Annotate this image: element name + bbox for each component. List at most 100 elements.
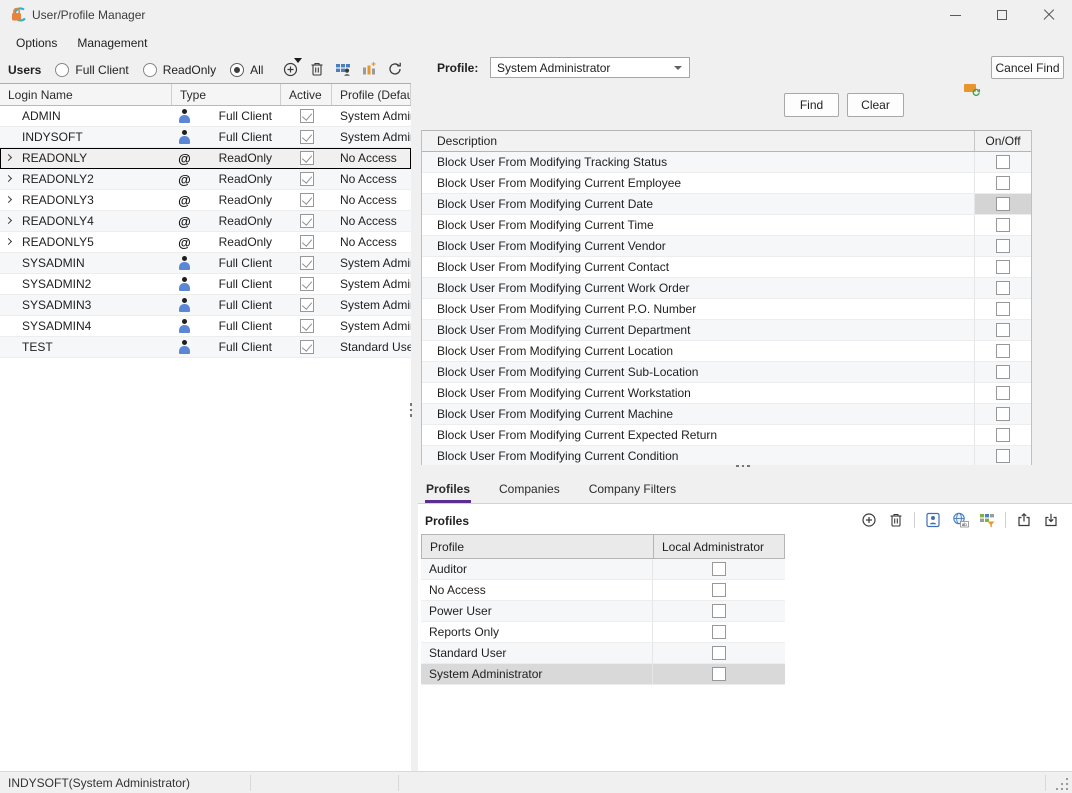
cancel-find-button[interactable]: Cancel Find [991, 56, 1064, 79]
user-filter-radio[interactable]: All [230, 63, 263, 77]
permission-row[interactable]: Block User From Modifying Current Workst… [422, 383, 1031, 404]
permission-row[interactable]: Block User From Modifying Current Sub-Lo… [422, 362, 1031, 383]
user-columns-button[interactable] [334, 59, 352, 79]
permission-row[interactable]: Block User From Modifying Current Locati… [422, 341, 1031, 362]
onoff-checkbox[interactable] [996, 260, 1010, 274]
vertical-splitter-grip[interactable] [408, 403, 414, 421]
onoff-checkbox[interactable] [996, 176, 1010, 190]
user-row[interactable]: SYSADMIN Full Client System Administrato… [0, 253, 411, 274]
expand-chevron-icon[interactable] [5, 154, 12, 161]
local-admin-checkbox[interactable] [712, 667, 726, 681]
onoff-checkbox[interactable] [996, 386, 1010, 400]
expand-chevron-icon[interactable] [5, 217, 12, 224]
refresh-users-button[interactable] [386, 59, 404, 79]
profile-row[interactable]: Auditor [421, 559, 785, 580]
tab[interactable]: Company Filters [588, 478, 677, 503]
user-row[interactable]: READONLY2 ReadOnly No Access [0, 169, 411, 190]
expand-chevron-icon[interactable] [5, 238, 12, 245]
permission-row[interactable]: Block User From Modifying Current Work O… [422, 278, 1031, 299]
delete-profile-button[interactable] [887, 510, 905, 530]
menu-item[interactable]: Management [69, 33, 155, 53]
active-checkbox[interactable] [300, 172, 314, 186]
user-row[interactable]: READONLY ReadOnly No Access [0, 148, 411, 169]
active-checkbox[interactable] [300, 235, 314, 249]
onoff-checkbox[interactable] [996, 218, 1010, 232]
add-user-button[interactable] [282, 59, 300, 79]
profile-details-button[interactable] [924, 510, 942, 530]
active-checkbox[interactable] [300, 151, 314, 165]
permission-row[interactable]: Block User From Modifying Current Date [422, 194, 1031, 215]
active-checkbox[interactable] [300, 214, 314, 228]
user-row[interactable]: SYSADMIN2 Full Client System Administrat… [0, 274, 411, 295]
onoff-checkbox[interactable] [996, 407, 1010, 421]
user-filter-radio[interactable]: Full Client [55, 63, 128, 77]
permission-row[interactable]: Block User From Modifying Current Vendor [422, 236, 1031, 257]
delete-user-button[interactable] [308, 59, 326, 79]
onoff-checkbox[interactable] [996, 239, 1010, 253]
menu-item[interactable]: Options [8, 33, 65, 53]
column-header-local-administrator[interactable]: Local Administrator [654, 535, 784, 558]
user-row[interactable]: TEST Full Client Standard User [0, 337, 411, 358]
column-header-active[interactable]: Active [281, 84, 332, 105]
permission-row[interactable]: Block User From Modifying Current P.O. N… [422, 299, 1031, 320]
user-row[interactable]: READONLY3 ReadOnly No Access [0, 190, 411, 211]
column-filter-button[interactable] [978, 510, 996, 530]
column-header-profile[interactable]: Profile [422, 535, 654, 558]
user-row[interactable]: SYSADMIN3 Full Client System Administrat… [0, 295, 411, 316]
profile-row[interactable]: System Administrator [421, 664, 785, 685]
permission-row[interactable]: Block User From Modifying Current Machin… [422, 404, 1031, 425]
tab[interactable]: Profiles [425, 478, 471, 503]
onoff-checkbox[interactable] [996, 302, 1010, 316]
permission-row[interactable]: Block User From Modifying Current Contac… [422, 257, 1031, 278]
maximize-button[interactable] [979, 0, 1025, 30]
minimize-button[interactable] [932, 0, 978, 30]
user-row[interactable]: READONLY5 ReadOnly No Access [0, 232, 411, 253]
profile-row[interactable]: No Access [421, 580, 785, 601]
export-profiles-button[interactable] [1015, 510, 1033, 530]
local-admin-checkbox[interactable] [712, 604, 726, 618]
rename-globe-button[interactable]: ab [951, 510, 969, 530]
permission-row[interactable]: Block User From Modifying Tracking Statu… [422, 152, 1031, 173]
permission-row[interactable]: Block User From Modifying Current Depart… [422, 320, 1031, 341]
local-admin-checkbox[interactable] [712, 646, 726, 660]
tab[interactable]: Companies [498, 478, 561, 503]
onoff-checkbox[interactable] [996, 365, 1010, 379]
active-checkbox[interactable] [300, 130, 314, 144]
import-profiles-button[interactable] [1042, 510, 1060, 530]
column-chooser-button[interactable] [360, 59, 378, 79]
permission-row[interactable]: Block User From Modifying Current Expect… [422, 425, 1031, 446]
active-checkbox[interactable] [300, 277, 314, 291]
local-admin-checkbox[interactable] [712, 583, 726, 597]
column-header-type[interactable]: Type [172, 84, 281, 105]
user-row[interactable]: INDYSOFT Full Client System Administrato… [0, 127, 411, 148]
column-header-profile[interactable]: Profile (Default) [332, 84, 411, 105]
close-button[interactable] [1026, 0, 1072, 30]
user-row[interactable]: SYSADMIN4 Full Client System Administrat… [0, 316, 411, 337]
active-checkbox[interactable] [300, 109, 314, 123]
onoff-checkbox[interactable] [996, 323, 1010, 337]
user-filter-radio[interactable]: ReadOnly [143, 63, 216, 77]
active-checkbox[interactable] [300, 298, 314, 312]
profile-row[interactable]: Power User [421, 601, 785, 622]
profile-row[interactable]: Standard User [421, 643, 785, 664]
user-row[interactable]: ADMIN Full Client System Administrator [0, 106, 411, 127]
add-profile-button[interactable] [860, 510, 878, 530]
column-header-login-name[interactable]: Login Name [0, 84, 172, 105]
user-row[interactable]: READONLY4 ReadOnly No Access [0, 211, 411, 232]
expand-chevron-icon[interactable] [5, 175, 12, 182]
expand-chevron-icon[interactable] [5, 196, 12, 203]
active-checkbox[interactable] [300, 340, 314, 354]
profile-row[interactable]: Reports Only [421, 622, 785, 643]
onoff-checkbox[interactable] [996, 428, 1010, 442]
active-checkbox[interactable] [300, 256, 314, 270]
local-admin-checkbox[interactable] [712, 625, 726, 639]
find-button[interactable]: Find [784, 93, 839, 117]
active-checkbox[interactable] [300, 319, 314, 333]
onoff-checkbox[interactable] [996, 281, 1010, 295]
active-checkbox[interactable] [300, 193, 314, 207]
local-admin-checkbox[interactable] [712, 562, 726, 576]
column-header-description[interactable]: Description [422, 131, 975, 151]
onoff-checkbox[interactable] [996, 344, 1010, 358]
permission-row[interactable]: Block User From Modifying Current Time [422, 215, 1031, 236]
clear-button[interactable]: Clear [847, 93, 904, 117]
